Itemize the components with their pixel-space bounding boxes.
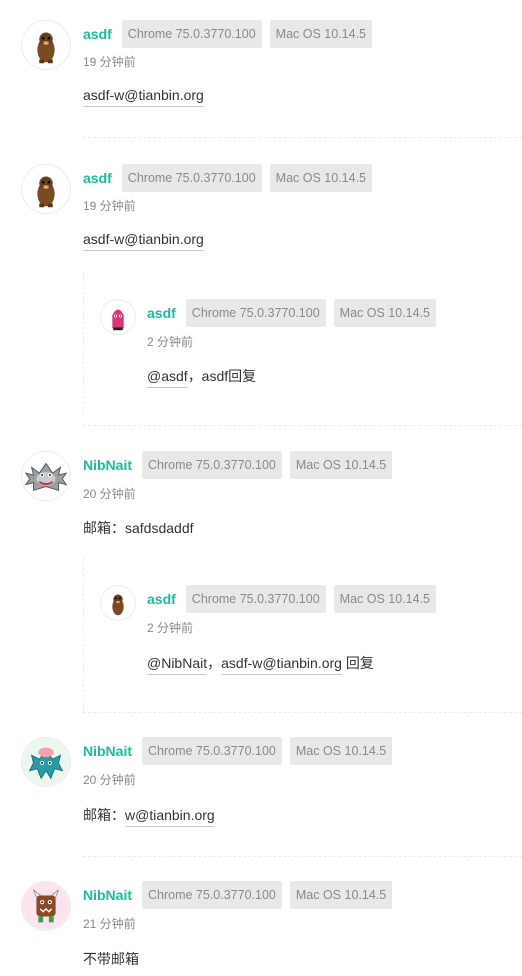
email-link[interactable]: asdf-w@tianbin.org: [83, 87, 204, 107]
os-badge: Mac OS 10.14.5: [333, 299, 436, 327]
reply-time: 2 分钟前: [147, 621, 194, 635]
horned-brown-monster-avatar-icon[interactable]: [21, 881, 71, 931]
comment-author[interactable]: asdf: [83, 26, 112, 42]
comment-time: 20 分钟前: [83, 487, 136, 501]
email-link[interactable]: asdf-w@tianbin.org: [83, 231, 204, 251]
reply-indent-line: [83, 558, 84, 712]
comment-content: 邮箱：safdsdaddf: [83, 520, 194, 536]
comment-author[interactable]: asdf: [83, 170, 112, 186]
brown-bear-avatar-icon[interactable]: [21, 20, 71, 70]
comment-content: asdf-w@tianbin.org: [83, 231, 204, 251]
comment-divider: [83, 137, 522, 138]
gray-spiky-monster-avatar-icon[interactable]: [21, 451, 71, 501]
browser-badge: Chrome 75.0.3770.100: [121, 20, 262, 48]
browser-badge: Chrome 75.0.3770.100: [185, 585, 326, 613]
comment-divider: [83, 856, 522, 857]
os-badge: Mac OS 10.14.5: [333, 585, 436, 613]
browser-badge: Chrome 75.0.3770.100: [142, 881, 282, 909]
reply-author[interactable]: asdf: [147, 305, 176, 321]
comment-time: 20 分钟前: [83, 773, 136, 787]
reply-content: @asdf，asdf回复: [147, 366, 257, 388]
mention-link[interactable]: @NibNait: [147, 655, 208, 675]
os-badge: Mac OS 10.14.5: [269, 20, 372, 48]
comment-content: asdf-w@tianbin.org: [83, 87, 204, 107]
comment-time: 19 分钟前: [83, 199, 136, 213]
email-link[interactable]: w@tianbin.org: [125, 807, 215, 827]
comment-author[interactable]: NibNait: [83, 743, 132, 759]
brown-bear-avatar-icon[interactable]: [100, 585, 136, 621]
email-link[interactable]: asdf-w@tianbin.org: [221, 655, 342, 675]
comment-divider: [83, 425, 522, 426]
browser-badge: Chrome 75.0.3770.100: [121, 164, 262, 192]
reply-author[interactable]: asdf: [147, 591, 176, 607]
brown-bear-avatar-icon[interactable]: [21, 164, 71, 214]
comment-content: 邮箱：w@tianbin.org: [83, 805, 215, 827]
reply-text: ，asdf回复: [187, 368, 257, 384]
os-badge: Mac OS 10.14.5: [289, 737, 393, 765]
reply-suffix: 回复: [341, 655, 374, 671]
comment-time: 19 分钟前: [83, 55, 136, 69]
os-badge: Mac OS 10.14.5: [289, 451, 393, 479]
reply-separator: ，: [207, 655, 222, 671]
browser-badge: Chrome 75.0.3770.100: [142, 451, 282, 479]
reply-time: 2 分钟前: [147, 335, 194, 349]
comment-author[interactable]: NibNait: [83, 457, 132, 473]
comment-divider: [83, 712, 522, 713]
os-badge: Mac OS 10.14.5: [269, 164, 372, 192]
comment-time: 21 分钟前: [83, 917, 136, 931]
comment-content: 不带邮箱: [83, 951, 139, 967]
reply-content: @NibNait，asdf-w@tianbin.org 回复: [147, 653, 374, 675]
teal-brain-monster-avatar-icon[interactable]: [21, 737, 71, 787]
email-prefix: 邮箱：: [83, 807, 125, 823]
reply-indent-line: [83, 272, 84, 414]
pink-monster-avatar-icon[interactable]: [100, 299, 136, 335]
comment-author[interactable]: NibNait: [83, 887, 132, 903]
browser-badge: Chrome 75.0.3770.100: [185, 299, 326, 327]
mention-link[interactable]: @asdf: [147, 368, 188, 388]
browser-badge: Chrome 75.0.3770.100: [142, 737, 282, 765]
os-badge: Mac OS 10.14.5: [289, 881, 393, 909]
